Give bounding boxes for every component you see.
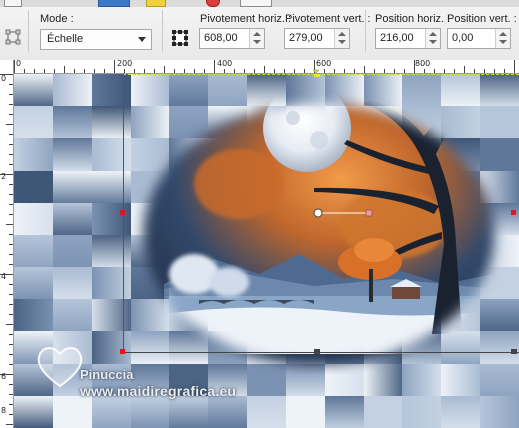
ruler-label: 600: [316, 60, 332, 68]
chevron-down-icon: [138, 37, 146, 42]
mode-dropdown[interactable]: Échelle: [40, 29, 152, 50]
ruler-label: 800: [415, 60, 431, 68]
spin-up-icon[interactable]: [253, 32, 261, 36]
ruler-marker-icon: [312, 69, 320, 73]
transform-handle-top[interactable]: [314, 74, 320, 77]
tool-options-bar: Mode : Échelle Pivotement horiz. : 608,0…: [0, 0, 519, 61]
rotation-handle[interactable]: [365, 209, 373, 217]
position-horizontal-label: Position horiz. :: [375, 13, 451, 25]
strip-button[interactable]: [4, 0, 22, 7]
pivot-horizontal-value: 608,00: [204, 32, 238, 44]
transform-handle-bottom-right[interactable]: [511, 349, 517, 354]
selection-border-top: [123, 74, 519, 75]
spin-buttons[interactable]: [249, 29, 264, 48]
horizontal-ruler[interactable]: 0 200 400 600 800: [14, 60, 519, 74]
spin-buttons[interactable]: [495, 29, 510, 48]
pivot-horizontal-label: Pivotement horiz. :: [200, 13, 292, 25]
ruler-label: 4: [1, 272, 7, 281]
transform-bottom-edge: [123, 352, 519, 353]
ruler-ticks: [14, 60, 515, 73]
ruler-label: 8: [1, 406, 7, 415]
watermark-name: Pinuccia: [80, 367, 134, 382]
strip-button-yellow[interactable]: [146, 0, 166, 7]
active-strip-button[interactable]: [98, 0, 130, 7]
ruler-label: 0: [1, 74, 7, 83]
spin-down-icon[interactable]: [499, 40, 507, 44]
separator: [162, 10, 163, 52]
separator: [365, 10, 366, 52]
spin-up-icon[interactable]: [429, 32, 437, 36]
spin-up-icon[interactable]: [338, 32, 346, 36]
ruler-label: 200: [117, 60, 133, 68]
ruler-label: 2: [1, 172, 7, 181]
pivot-horizontal-input[interactable]: 608,00: [199, 28, 265, 49]
spin-down-icon[interactable]: [429, 40, 437, 44]
position-vertical-input[interactable]: 0,00: [447, 28, 511, 49]
transform-handle-bottom[interactable]: [314, 349, 320, 354]
heart-logo-icon: [37, 347, 83, 388]
mode-value: Échelle: [47, 33, 84, 45]
spin-down-icon[interactable]: [253, 40, 261, 44]
pivot-vertical-value: 279,00: [289, 32, 323, 44]
strip-button-2[interactable]: [240, 0, 272, 7]
pivot-vertical-label: Pivotement vert. :: [285, 13, 371, 25]
spin-down-icon[interactable]: [338, 40, 346, 44]
transform-handle-right[interactable]: [511, 210, 516, 215]
vertical-ruler[interactable]: 0 2 4 6 8: [0, 60, 14, 428]
mode-label: Mode :: [40, 13, 74, 25]
transform-handle-bottom-left[interactable]: [120, 349, 125, 354]
pivot-point-icon[interactable]: [313, 208, 323, 218]
spin-up-icon[interactable]: [499, 32, 507, 36]
separator: [28, 10, 29, 52]
pivot-vertical-input[interactable]: 279,00: [284, 28, 350, 49]
ruler-label: 6: [1, 372, 7, 381]
image-canvas[interactable]: Pinuccia www.maidiregrafica.eu: [14, 74, 519, 428]
ruler-label: 0: [16, 60, 22, 68]
spin-buttons[interactable]: [334, 29, 349, 48]
transform-handles-icon[interactable]: [171, 29, 189, 47]
position-horizontal-input[interactable]: 216,00: [375, 28, 441, 49]
position-horizontal-value: 216,00: [380, 32, 414, 44]
position-vertical-label: Position vert. :: [447, 13, 517, 25]
transform-handle-left[interactable]: [120, 210, 125, 215]
position-vertical-value: 0,00: [452, 32, 474, 44]
ruler-label: 400: [217, 60, 233, 68]
watermark-site: www.maidiregrafica.eu: [80, 383, 237, 399]
preset-icon[interactable]: [5, 29, 21, 45]
spin-buttons[interactable]: [425, 29, 440, 48]
